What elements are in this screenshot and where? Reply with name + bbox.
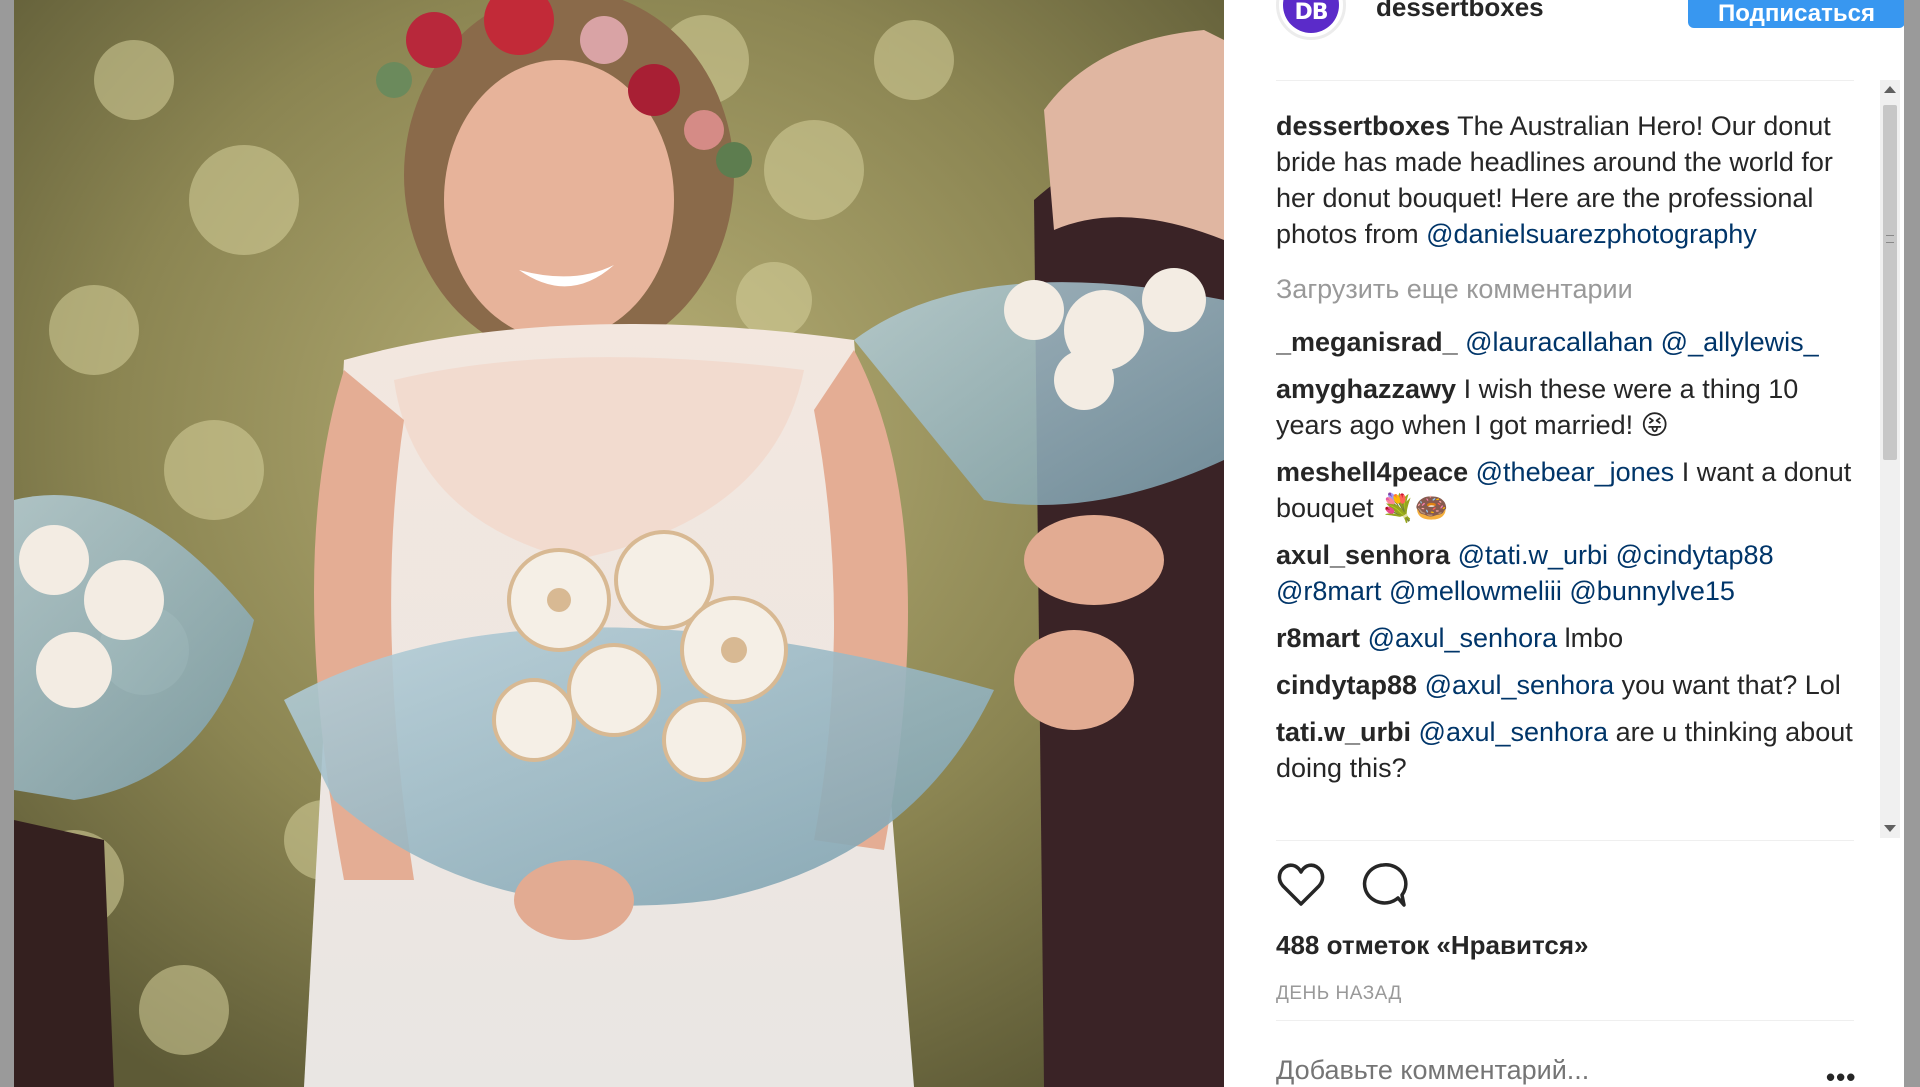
comment-mention[interactable]: @_allylewis_ [1661, 327, 1819, 357]
window-right-edge [1904, 0, 1920, 1087]
comment-mention[interactable]: @r8mart [1276, 576, 1381, 606]
comments-scroll[interactable]: dessertboxes The Australian Hero! Our do… [1276, 108, 1854, 840]
comment-username[interactable]: _meganisrad_ [1276, 327, 1458, 357]
comment-list: _meganisrad_ @lauracallahan @_allylewis_… [1276, 324, 1854, 786]
comment-mention[interactable]: @axul_senhora [1419, 717, 1609, 747]
comment: meshell4peace @thebear_jones I want a do… [1276, 454, 1854, 526]
post-actions [1276, 860, 1576, 910]
comment-mention[interactable]: @mellowmeliii [1389, 576, 1562, 606]
post-photo[interactable] [14, 0, 1224, 1087]
comment: tati.w_urbi @axul_senhora are u thinking… [1276, 714, 1854, 786]
caption-mention[interactable]: @danielsuarezphotography [1426, 219, 1757, 249]
comment: axul_senhora @tati.w_urbi @cindytap88 @r… [1276, 537, 1854, 609]
load-more-comments-link[interactable]: Загрузить еще комментарии [1276, 271, 1854, 307]
comment-text [1653, 327, 1661, 357]
window-left-edge [0, 0, 14, 1087]
post-header: DB dessertboxes Подписаться [1276, 0, 1920, 40]
comment-mention[interactable]: @tati.w_urbi [1458, 540, 1608, 570]
comment-mention[interactable]: @axul_senhora [1368, 623, 1558, 653]
follow-button[interactable]: Подписаться [1688, 0, 1905, 28]
comment-text: you want that? Lol [1614, 670, 1841, 700]
comment-username[interactable]: meshell4peace [1276, 457, 1468, 487]
caption: dessertboxes The Australian Hero! Our do… [1276, 108, 1854, 252]
grip-icon [1886, 235, 1894, 243]
comment-mention[interactable]: @thebear_jones [1476, 457, 1675, 487]
likes-count[interactable]: 488 отметок «Нравится» [1276, 930, 1588, 961]
add-comment-input[interactable] [1276, 1055, 1776, 1086]
scrollbar-thumb[interactable] [1883, 105, 1897, 460]
scroll-down-arrow-icon[interactable] [1884, 825, 1896, 832]
more-dots-icon[interactable]: ••• [1826, 1062, 1856, 1087]
comment-text: lmbo [1557, 623, 1624, 653]
comment-username[interactable]: r8mart [1276, 623, 1360, 653]
comment-text [1381, 576, 1389, 606]
comment-username[interactable]: axul_senhora [1276, 540, 1450, 570]
avatar-logo: DB [1283, 0, 1339, 33]
comment-mention[interactable]: @cindytap88 [1616, 540, 1774, 570]
caption-username[interactable]: dessertboxes [1276, 111, 1450, 141]
avatar[interactable]: DB [1276, 0, 1346, 40]
comment-username[interactable]: cindytap88 [1276, 670, 1417, 700]
comment-text [1608, 540, 1616, 570]
header-username[interactable]: dessertboxes [1376, 0, 1544, 23]
comment-mention[interactable]: @lauracallahan [1465, 327, 1653, 357]
comment-username[interactable]: amyghazzawy [1276, 374, 1456, 404]
comment: cindytap88 @axul_senhora you want that? … [1276, 667, 1854, 703]
comment-mention[interactable]: @bunnylve15 [1569, 576, 1735, 606]
actions-divider [1276, 840, 1854, 841]
comment: r8mart @axul_senhora lmbo [1276, 620, 1854, 656]
post-side-panel: DB dessertboxes Подписаться dessertboxes… [1224, 0, 1905, 1087]
comment-username[interactable]: tati.w_urbi [1276, 717, 1411, 747]
scroll-up-arrow-icon[interactable] [1884, 86, 1896, 93]
comment-icon[interactable] [1358, 860, 1408, 910]
post-timestamp[interactable]: ДЕНЬ НАЗАД [1276, 983, 1402, 1005]
comment-mention[interactable]: @axul_senhora [1425, 670, 1615, 700]
heart-icon[interactable] [1276, 860, 1326, 910]
comments-scrollbar[interactable] [1880, 80, 1900, 838]
comment: amyghazzawy I wish these were a thing 10… [1276, 371, 1854, 443]
comment: _meganisrad_ @lauracallahan @_allylewis_ [1276, 324, 1854, 360]
bride-photo-illustration [14, 0, 1224, 1087]
comment-input-divider [1276, 1020, 1854, 1021]
comments-area: dessertboxes The Australian Hero! Our do… [1276, 80, 1854, 840]
